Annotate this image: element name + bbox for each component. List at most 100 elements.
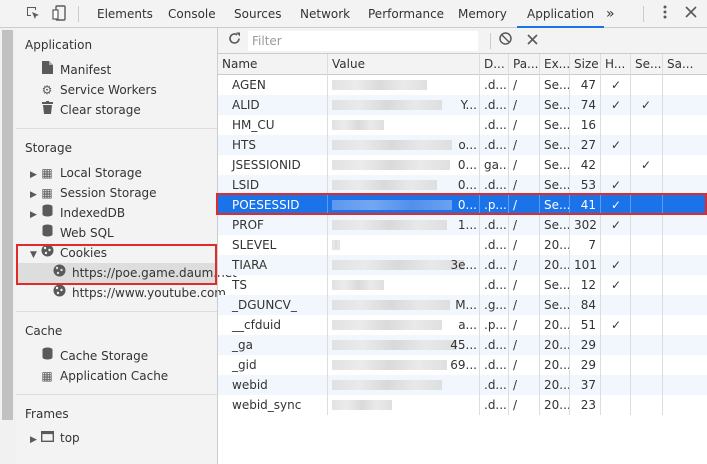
column-header-path[interactable]: Pa... bbox=[509, 54, 540, 75]
more-options-icon[interactable] bbox=[656, 5, 674, 23]
sidebar-item-clear-storage[interactable]: Clear storage bbox=[40, 100, 141, 120]
cell-size: 74 bbox=[570, 95, 601, 115]
cell-samesite bbox=[663, 255, 707, 275]
redacted-value bbox=[332, 180, 437, 190]
cell-domain: .d... bbox=[480, 95, 509, 115]
selected-row-highlight-box bbox=[216, 193, 707, 215]
cell-secure bbox=[631, 395, 663, 415]
tab-memory[interactable]: Memory bbox=[458, 0, 507, 28]
cell-samesite bbox=[663, 275, 707, 295]
cell-samesite bbox=[663, 395, 707, 415]
sidebar-item-application-cache[interactable]: ▦ Application Cache bbox=[40, 366, 168, 386]
refresh-icon[interactable] bbox=[225, 32, 243, 50]
cell-path: / bbox=[509, 235, 540, 255]
cell-http: ✓ bbox=[601, 175, 631, 195]
cell-expires: 20... bbox=[540, 255, 570, 275]
redacted-value bbox=[332, 260, 464, 270]
cell-secure bbox=[631, 295, 663, 315]
tab-elements[interactable]: Elements bbox=[97, 0, 153, 28]
sidebar-item-session-storage[interactable]: ▶ ▦ Session Storage bbox=[30, 183, 157, 203]
cell-secure: ✓ bbox=[631, 155, 663, 175]
column-header-domain[interactable]: D... bbox=[480, 54, 509, 75]
table-row[interactable]: webid .d.../20... 37 bbox=[218, 375, 707, 395]
cell-value bbox=[328, 75, 480, 95]
value-tail: Y... bbox=[460, 98, 477, 112]
cell-http bbox=[601, 155, 631, 175]
sidebar-item-cache-storage[interactable]: Cache Storage bbox=[40, 346, 148, 366]
tab-performance[interactable]: Performance bbox=[368, 0, 444, 28]
inspect-element-icon[interactable] bbox=[24, 5, 42, 23]
tab-application[interactable]: Application bbox=[517, 0, 605, 28]
cell-expires: Se... bbox=[540, 155, 570, 175]
filter-input[interactable]: Filter bbox=[248, 31, 478, 51]
value-tail: 45... bbox=[450, 338, 477, 352]
sidebar-scrollbar[interactable] bbox=[0, 28, 16, 464]
cell-http bbox=[601, 355, 631, 375]
cell-secure bbox=[631, 75, 663, 95]
table-row[interactable]: TIARA 3e... .d.../20... 101 ✓ bbox=[218, 255, 707, 275]
table-header: Name Value D... Pa... Ex... Size H... Se… bbox=[218, 54, 707, 75]
value-tail: 0... bbox=[457, 158, 477, 172]
scrollbar-thumb[interactable] bbox=[2, 30, 13, 420]
cell-domain: .d... bbox=[480, 115, 509, 135]
tab-sources[interactable]: Sources bbox=[234, 0, 281, 28]
cell-path: / bbox=[509, 75, 540, 95]
cell-expires: 20... bbox=[540, 235, 570, 255]
cell-size: 42 bbox=[570, 155, 601, 175]
cell-size: 51 bbox=[570, 315, 601, 335]
table-row[interactable]: PROF 1... .d... / Se... 302 ✓ bbox=[218, 215, 707, 235]
sidebar-item-local-storage[interactable]: ▶ ▦ Local Storage bbox=[30, 163, 142, 183]
cell-samesite bbox=[663, 315, 707, 335]
cell-size: 27 bbox=[570, 135, 601, 155]
column-header-expires[interactable]: Ex... bbox=[540, 54, 570, 75]
more-tabs-button[interactable]: » bbox=[606, 0, 615, 28]
table-row[interactable]: __cfduid a... .p.../20... 51 ✓ bbox=[218, 315, 707, 335]
table-row[interactable]: TS .d... / Se... 12 ✓ bbox=[218, 275, 707, 295]
expand-arrow-icon[interactable]: ▶ bbox=[30, 165, 40, 185]
table-row[interactable]: ALID Y... .d... / Se... 74 ✓ ✓ bbox=[218, 95, 707, 115]
cell-value: 69... bbox=[328, 355, 480, 375]
column-header-secure[interactable]: Se... bbox=[631, 54, 663, 75]
column-header-size[interactable]: Size bbox=[570, 54, 601, 75]
expand-arrow-icon[interactable]: ▶ bbox=[30, 185, 40, 205]
cell-expires: Se... bbox=[540, 95, 570, 115]
cell-path: / bbox=[509, 175, 540, 195]
table-row[interactable]: HM_CU .d... / Se... 16 bbox=[218, 115, 707, 135]
sidebar-item-indexeddb[interactable]: ▶ IndexedDB bbox=[30, 203, 125, 223]
cell-name: TS bbox=[218, 275, 328, 295]
cell-secure bbox=[631, 375, 663, 395]
device-toolbar-icon[interactable] bbox=[51, 5, 69, 23]
column-header-samesite[interactable]: Sa... bbox=[663, 54, 707, 75]
column-header-value[interactable]: Value bbox=[328, 54, 480, 75]
tab-console[interactable]: Console bbox=[168, 0, 216, 28]
sidebar-item-web-sql[interactable]: Web SQL bbox=[40, 223, 114, 243]
tab-network[interactable]: Network bbox=[300, 0, 350, 28]
cell-expires: Se... bbox=[540, 75, 570, 95]
cell-samesite bbox=[663, 95, 707, 115]
table-row[interactable]: LSID 0... .d... / Se... 53 ✓ bbox=[218, 175, 707, 195]
sidebar-item-cookie-youtube[interactable]: https://www.youtube.com bbox=[52, 283, 226, 303]
cell-domain: .d... bbox=[480, 375, 509, 395]
sidebar-item-manifest[interactable]: Manifest bbox=[40, 60, 111, 80]
cell-samesite bbox=[663, 295, 707, 315]
cell-value: 1... bbox=[328, 215, 480, 235]
cell-samesite bbox=[663, 135, 707, 155]
column-header-name[interactable]: Name bbox=[218, 54, 328, 75]
table-row[interactable]: JSESSIONID 0... ga... / Se... 42 ✓ bbox=[218, 155, 707, 175]
table-row[interactable]: _DGUNCV_ M... .g... / Se... 84 bbox=[218, 295, 707, 315]
close-icon[interactable] bbox=[682, 5, 700, 23]
expand-arrow-icon[interactable]: ▶ bbox=[30, 205, 40, 225]
sidebar-item-service-workers[interactable]: ⚙ Service Workers bbox=[40, 80, 157, 100]
cell-value bbox=[328, 235, 480, 255]
table-row[interactable]: AGEN .d... / Se... 47 ✓ bbox=[218, 75, 707, 95]
column-header-httponly[interactable]: H... bbox=[601, 54, 631, 75]
delete-selected-icon[interactable] bbox=[523, 32, 541, 50]
table-row[interactable]: webid_sync .d.../20... 23 bbox=[218, 395, 707, 415]
sidebar-item-frame-top[interactable]: ▶ top bbox=[30, 428, 80, 448]
table-row[interactable]: SLEVEL .d.../20... 7 bbox=[218, 235, 707, 255]
clear-all-icon[interactable] bbox=[496, 32, 514, 50]
expand-arrow-icon[interactable]: ▶ bbox=[30, 430, 40, 450]
table-row[interactable]: HTS o... .d... / Se... 27 ✓ bbox=[218, 135, 707, 155]
table-row[interactable]: _ga 45... .d.../20... 29 bbox=[218, 335, 707, 355]
table-row[interactable]: _gid 69... .d.../20... 29 bbox=[218, 355, 707, 375]
